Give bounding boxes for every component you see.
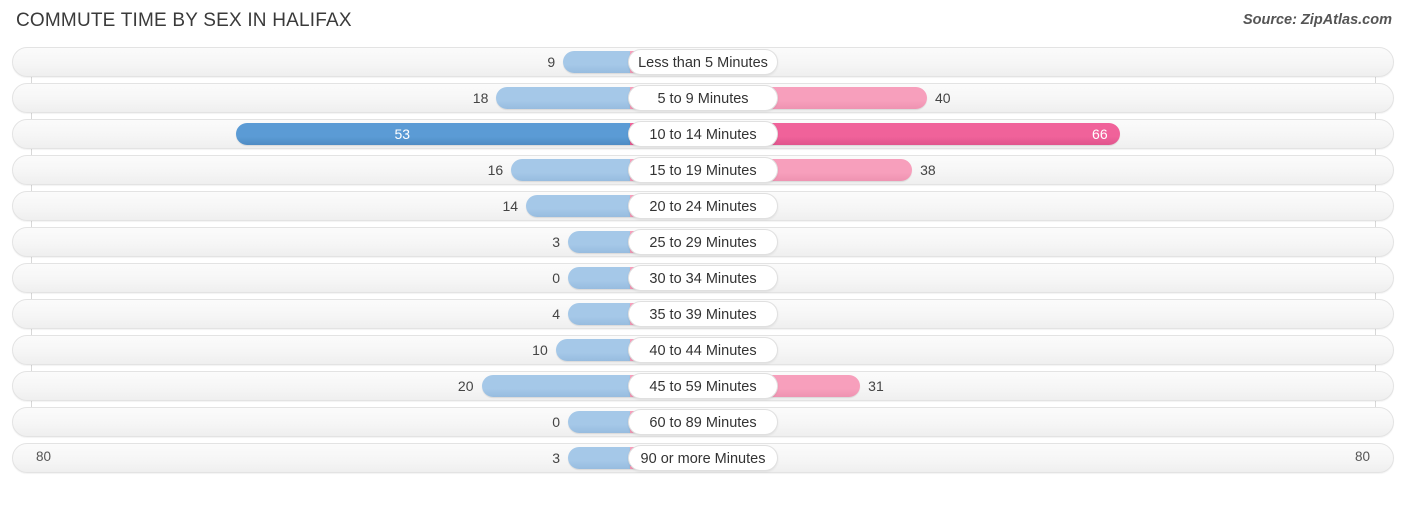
category-label-pill: 25 to 29 Minutes [628, 229, 778, 255]
male-bar[interactable] [555, 339, 630, 361]
male-bar-wrap [36, 195, 630, 217]
male-bar[interactable] [563, 51, 630, 73]
male-value-label: 0 [552, 270, 560, 286]
chart-row: 3025 to 29 Minutes [0, 227, 1406, 257]
male-value-label: 16 [487, 162, 504, 178]
male-value-label: 18 [472, 90, 489, 106]
male-bar-wrap [36, 231, 630, 253]
male-bar[interactable] [568, 231, 630, 253]
male-bar-wrap [36, 87, 630, 109]
male-value-label: 10 [532, 342, 548, 358]
male-bar-wrap [36, 159, 630, 181]
category-label-pill: Less than 5 Minutes [628, 49, 778, 75]
male-bar-wrap [36, 267, 630, 289]
chart-row: 4335 to 39 Minutes [0, 299, 1406, 329]
male-value-label: 9 [547, 54, 556, 70]
chart-row: 10740 to 44 Minutes [0, 335, 1406, 365]
male-bar-wrap [36, 51, 630, 73]
category-label-pill: 90 or more Minutes [628, 445, 778, 471]
male-bar[interactable] [568, 303, 630, 325]
male-bar[interactable] [568, 267, 630, 289]
male-value-label: 53 [394, 126, 411, 142]
category-label-pill: 15 to 19 Minutes [628, 157, 778, 183]
male-bar-wrap [36, 123, 630, 145]
male-bar[interactable] [236, 123, 630, 145]
category-label-pill: 40 to 44 Minutes [628, 337, 778, 363]
male-bar[interactable] [526, 195, 630, 217]
category-label-pill: 45 to 59 Minutes [628, 373, 778, 399]
male-bar-wrap [36, 303, 630, 325]
chart-plot-area: 915Less than 5 Minutes18405 to 9 Minutes… [0, 47, 1406, 484]
male-value-label: 3 [552, 234, 560, 250]
category-label-pill: 35 to 39 Minutes [628, 301, 778, 327]
chart-row: 01130 to 34 Minutes [0, 263, 1406, 293]
male-bar-wrap [36, 375, 630, 397]
male-value-label: 20 [457, 378, 474, 394]
category-label-pill: 5 to 9 Minutes [628, 85, 778, 111]
chart-row: 0660 to 89 Minutes [0, 407, 1406, 437]
category-label-pill: 30 to 34 Minutes [628, 265, 778, 291]
male-value-label: 4 [552, 306, 560, 322]
male-bar[interactable] [511, 159, 630, 181]
page-title: COMMUTE TIME BY SEX IN HALIFAX [16, 10, 352, 31]
chart-row: 18 40 5 to 9 Minutes [0, 83, 1406, 113]
chart-row: 14320 to 24 Minutes [0, 191, 1406, 221]
female-value-label: 66 [1092, 126, 1108, 142]
male-bar[interactable] [496, 87, 630, 109]
chart-rows: 915Less than 5 Minutes18405 to 9 Minutes… [0, 47, 1406, 479]
male-bar-wrap [36, 411, 630, 433]
chart-row: 16 38 15 to 19 Minutes [0, 155, 1406, 185]
male-bar[interactable] [481, 375, 630, 397]
category-label-pill: 60 to 89 Minutes [628, 409, 778, 435]
chart-row: 53 66 10 to 14 Minutes [0, 119, 1406, 149]
chart-header: COMMUTE TIME BY SEX IN HALIFAX Source: Z… [0, 0, 1406, 44]
category-label-pill: 10 to 14 Minutes [628, 121, 778, 147]
male-bar[interactable] [568, 411, 630, 433]
female-value-label: 40 [935, 90, 951, 106]
male-value-label: 0 [552, 414, 560, 430]
female-value-label: 38 [920, 162, 936, 178]
category-label-pill: 20 to 24 Minutes [628, 193, 778, 219]
chart-row: 20 31 45 to 59 Minutes [0, 371, 1406, 401]
female-value-label: 31 [868, 378, 884, 394]
source-attribution: Source: ZipAtlas.com [1242, 12, 1392, 28]
male-value-label: 14 [502, 198, 519, 214]
chart-row: 915Less than 5 Minutes [0, 47, 1406, 77]
